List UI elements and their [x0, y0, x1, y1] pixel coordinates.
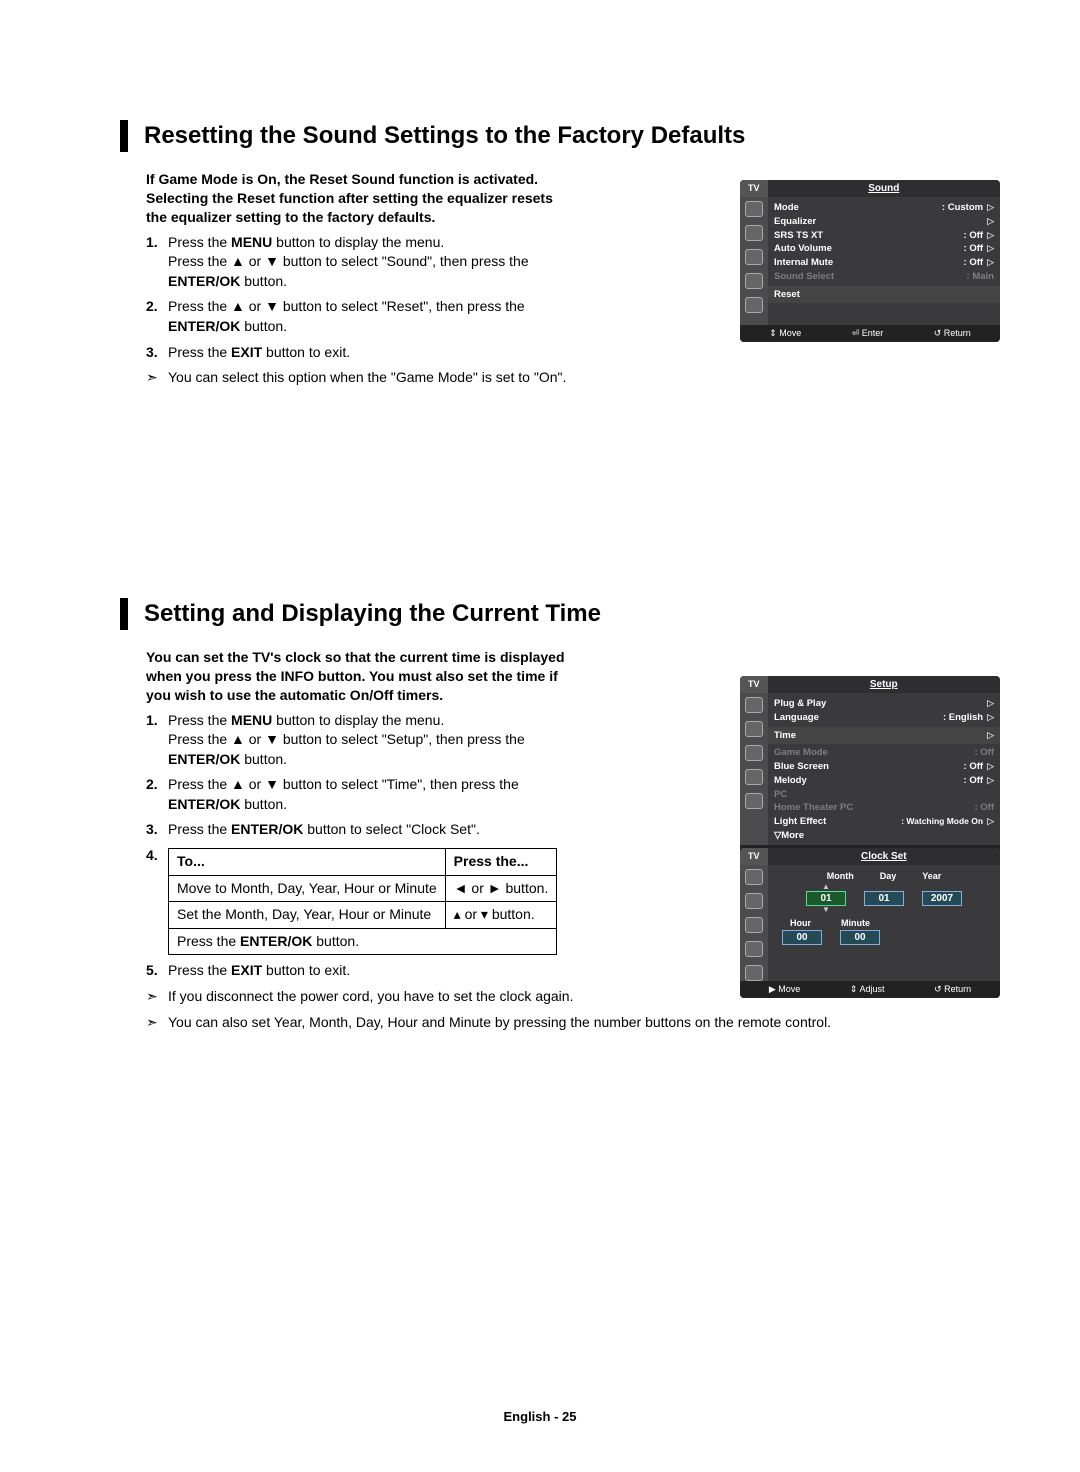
clock-month[interactable]: ▲ 01 ▼	[806, 883, 846, 914]
section1-intro: If Game Mode is On, the Reset Sound func…	[146, 170, 566, 227]
note-icon	[146, 987, 168, 1007]
osd-title: Sound	[768, 180, 1000, 197]
note-text: If you disconnect the power cord, you ha…	[168, 987, 573, 1007]
osd-setup-menu: TV Setup Plug & Play▷ Language: English▷…	[740, 676, 1000, 862]
note-text: You can select this option when the "Gam…	[168, 368, 566, 388]
osd-icon	[745, 893, 763, 909]
section-divider	[120, 120, 128, 152]
step-number: 2.	[146, 297, 168, 336]
osd-tv-label: TV	[740, 676, 768, 693]
osd-tv-label: TV	[740, 180, 768, 197]
osd-icon	[745, 917, 763, 933]
section-title-1: Resetting the Sound Settings to the Fact…	[144, 122, 745, 150]
osd-clockset-menu: TV Clock Set Month Day Year ▲	[740, 848, 1000, 998]
step-body: Press the EXIT button to exit.	[168, 343, 576, 363]
osd-icon	[745, 297, 763, 313]
osd-tv-label: TV	[740, 848, 768, 865]
clock-day[interactable]: 01	[864, 883, 904, 914]
step4-table: To...Press the... Move to Month, Day, Ye…	[168, 848, 557, 955]
step-number: 1.	[146, 711, 168, 770]
step-body: Press the EXIT button to exit.	[168, 961, 350, 981]
osd-footer: ⇕ Move ⏎ Enter ↺ Return	[740, 325, 1000, 342]
step-number: 4.	[146, 846, 168, 955]
osd-icon	[745, 965, 763, 981]
note-icon	[146, 368, 168, 388]
step-number: 5.	[146, 961, 168, 981]
osd-sound-menu: TV Sound Mode: Custom▷ Equalizer▷ SRS TS…	[740, 180, 1000, 342]
osd-icon	[745, 769, 763, 785]
section-title-2: Setting and Displaying the Current Time	[144, 600, 601, 628]
osd-icon	[745, 201, 763, 217]
clock-minute[interactable]: 00	[840, 930, 880, 945]
note-text: You can also set Year, Month, Day, Hour …	[168, 1013, 831, 1033]
step-body: Press the ENTER/OK button to select "Clo…	[168, 820, 576, 840]
step-number: 1.	[146, 233, 168, 292]
page-footer: English - 25	[0, 1409, 1080, 1424]
osd-icon	[745, 273, 763, 289]
step-body: Press the ▲ or ▼ button to select "Time"…	[168, 775, 576, 814]
osd-icon	[745, 869, 763, 885]
osd-icon	[745, 249, 763, 265]
osd-title: Setup	[768, 676, 1000, 693]
note-icon	[146, 1013, 168, 1033]
osd-icon	[745, 225, 763, 241]
osd-title: Clock Set	[768, 848, 1000, 865]
step-body: To...Press the... Move to Month, Day, Ye…	[168, 846, 576, 955]
osd-selected-item[interactable]: Time▷	[768, 727, 1000, 745]
clock-year[interactable]: 2007	[922, 883, 962, 914]
step-body: Press the MENU button to display the men…	[168, 233, 576, 292]
clock-hour[interactable]: 00	[782, 930, 822, 945]
step-number: 2.	[146, 775, 168, 814]
osd-icon	[745, 697, 763, 713]
osd-icon	[745, 941, 763, 957]
section2-intro: You can set the TV's clock so that the c…	[146, 648, 566, 705]
osd-footer: ▶ Move ⇕ Adjust ↺ Return	[740, 981, 1000, 998]
step-number: 3.	[146, 343, 168, 363]
osd-selected-item[interactable]: Reset	[768, 286, 1000, 304]
section-divider	[120, 598, 128, 630]
step-body: Press the MENU button to display the men…	[168, 711, 576, 770]
osd-icon	[745, 745, 763, 761]
step-body: Press the ▲ or ▼ button to select "Reset…	[168, 297, 576, 336]
step-number: 3.	[146, 820, 168, 840]
osd-icon	[745, 721, 763, 737]
osd-icon	[745, 793, 763, 809]
